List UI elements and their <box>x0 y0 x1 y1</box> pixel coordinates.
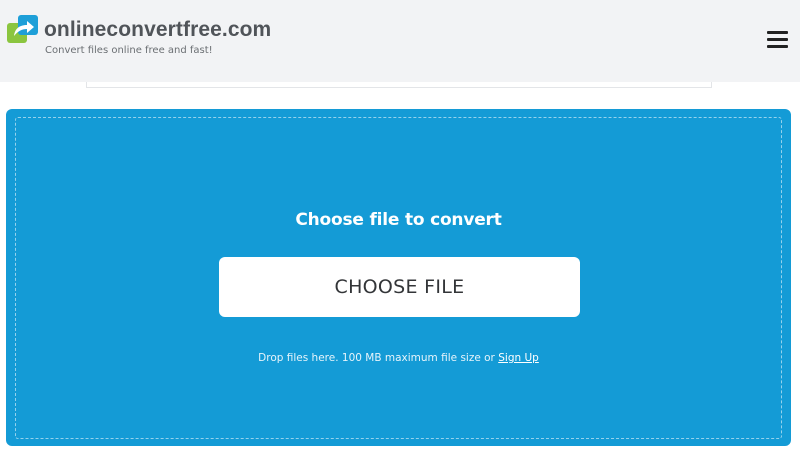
header-bottom-strip <box>86 82 712 88</box>
brand-name: onlineconvertfree.com <box>44 18 272 41</box>
hint-text: Drop files here. 100 MB maximum file siz… <box>258 352 495 364</box>
hamburger-menu-icon[interactable] <box>764 28 792 52</box>
file-dropzone[interactable]: Choose file to convert CHOOSE FILE Drop … <box>6 109 791 446</box>
site-header: onlineconvertfree.com Convert files onli… <box>0 0 800 82</box>
home-logo-link[interactable]: onlineconvertfree.com Convert files onli… <box>6 14 271 56</box>
dropzone-title: Choose file to convert <box>295 210 502 230</box>
brand-tagline: Convert files online free and fast! <box>45 45 213 56</box>
dropzone-dashed-border: Choose file to convert CHOOSE FILE Drop … <box>15 117 782 439</box>
dropzone-hint: Drop files here. 100 MB maximum file siz… <box>16 352 781 364</box>
choose-file-button[interactable]: CHOOSE FILE <box>219 257 580 317</box>
arrow-convert-logo-icon <box>7 15 38 43</box>
sign-up-link[interactable]: Sign Up <box>498 352 539 364</box>
